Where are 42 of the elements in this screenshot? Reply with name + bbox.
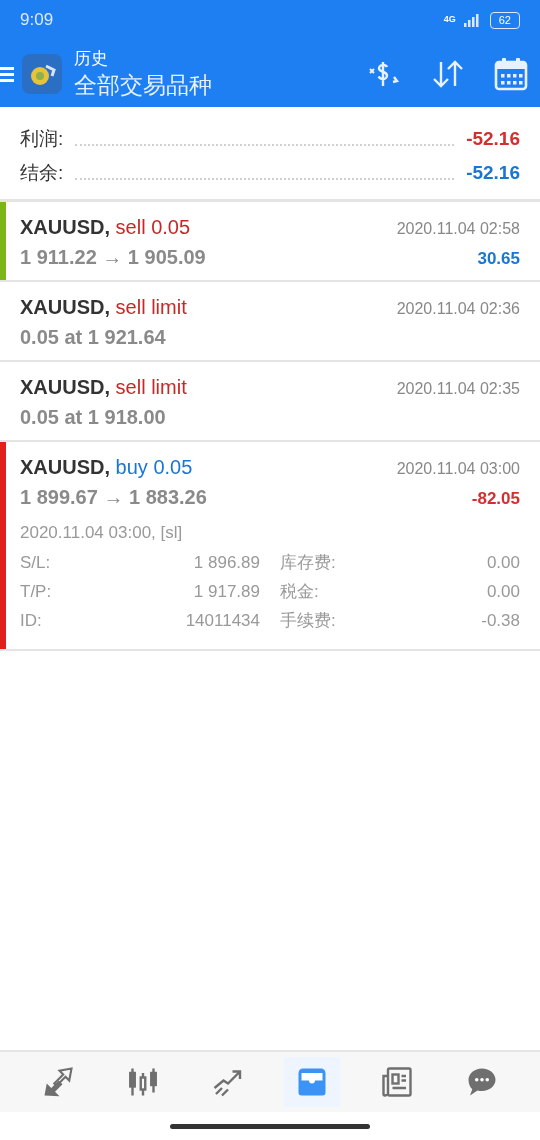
- summary-value: -52.16: [466, 126, 520, 151]
- detail-label: 手续费:: [280, 610, 337, 632]
- deal-row[interactable]: XAUUSD, sell 0.05 2020.11.04 02:58 1 911.22 → 1 905.09 30.65: [0, 202, 540, 282]
- network-type: 4G: [443, 13, 456, 27]
- battery-level: 62: [489, 11, 520, 29]
- deal-prices: 0.05 at 1 918.00: [20, 405, 166, 430]
- detail-label: ID:: [20, 610, 43, 632]
- deal-row[interactable]: XAUUSD, buy 0.05 2020.11.04 03:00 1 899.67 → 1 883.26 -82.05 2020.11.04 03:00, [sl] S/L: 1 896.89 库存费: 0.00 T/P: 1 917.89 税金: 0.00 ID: 14011434 手续费: -0.38: [0, 442, 540, 651]
- detail-label: T/P:: [20, 581, 53, 603]
- summary-value: -52.16: [466, 160, 520, 185]
- calendar-icon[interactable]: [494, 56, 528, 91]
- deal-time: 2020.11.04 02:36: [396, 299, 520, 319]
- header-title: 全部交易品种: [74, 70, 212, 100]
- detail-value: -0.38: [481, 610, 520, 632]
- detail-value: 0.00: [486, 581, 520, 603]
- nav-tab[interactable]: [284, 1057, 341, 1107]
- detail-label: 税金:: [280, 581, 320, 603]
- detail-value: 1 917.89: [192, 581, 260, 603]
- deal-profit: 30.65: [477, 248, 520, 270]
- deal-prices: 0.05 at 1 921.64: [20, 325, 166, 350]
- deal-prices: 1 911.22 → 1 905.09: [20, 245, 206, 270]
- deal-title: XAUUSD, sell limit: [20, 295, 187, 320]
- deal-time: 2020.11.04 03:00: [396, 459, 520, 479]
- signal-icon: [463, 13, 482, 27]
- deal-title: XAUUSD, buy 0.05: [20, 455, 193, 480]
- detail-label: S/L:: [20, 552, 52, 574]
- deal-prices: 1 899.67 → 1 883.26: [20, 485, 207, 510]
- detail-label: 库存费:: [280, 552, 337, 574]
- deal-profit: -82.05: [471, 488, 520, 510]
- header-subtitle: 历史: [74, 47, 109, 70]
- detail-value: 1 896.89: [192, 552, 260, 574]
- detail-value: 14011434: [184, 610, 260, 632]
- deal-title: XAUUSD, sell limit: [20, 375, 187, 400]
- summary-label: 利润:: [20, 126, 64, 151]
- deal-time: 2020.11.04 02:35: [396, 379, 520, 399]
- close-info: 2020.11.04 03:00, [sl]: [20, 522, 184, 544]
- status-time: 9:09: [20, 9, 54, 32]
- deal-time: 2020.11.04 02:58: [396, 219, 520, 239]
- summary-label: 结余:: [20, 160, 64, 185]
- app-logo-icon: [22, 53, 62, 94]
- detail-value: 0.00: [486, 552, 520, 574]
- deal-title: XAUUSD, sell 0.05: [20, 215, 191, 240]
